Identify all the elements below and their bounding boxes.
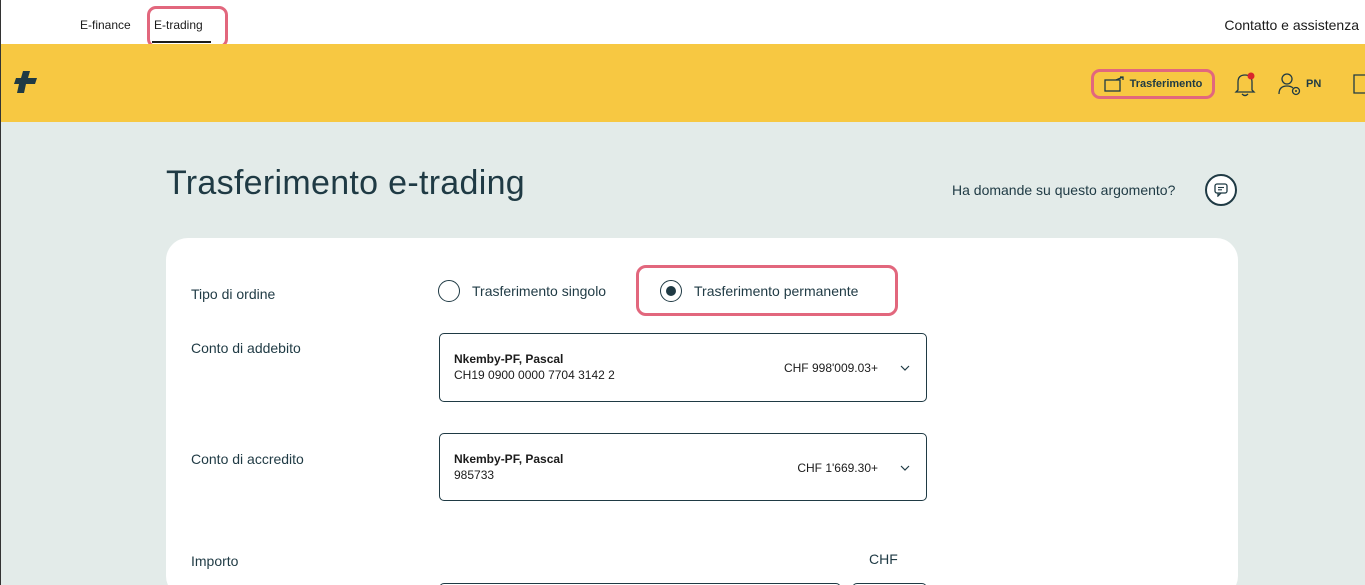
notification-bell-icon[interactable] — [1234, 71, 1256, 97]
chevron-down-icon — [900, 465, 910, 471]
debit-account-balance: CHF 998'009.03+ — [783, 361, 878, 375]
credit-account-balance: CHF 1'669.30+ — [797, 461, 878, 475]
tab-e-finance[interactable]: E-finance — [80, 18, 131, 32]
app-header: Trasferimento PN — [0, 44, 1365, 122]
transfer-form-card: Tipo di ordine Trasferimento singolo Tra… — [166, 238, 1238, 585]
credit-account-label: Conto di accredito — [191, 451, 304, 467]
transfer-button[interactable]: Trasferimento — [1091, 69, 1215, 99]
debit-account-number: CH19 0900 0000 7704 3142 2 — [454, 368, 615, 382]
user-menu[interactable]: PN — [1278, 71, 1321, 97]
order-type-label: Tipo di ordine — [191, 286, 276, 302]
credit-account-name: Nkemby-PF, Pascal — [454, 452, 564, 466]
radio-single-transfer[interactable]: Trasferimento singolo — [438, 280, 606, 302]
chevron-down-icon — [900, 365, 910, 371]
debit-account-select[interactable]: Nkemby-PF, Pascal CH19 0900 0000 7704 31… — [439, 333, 927, 402]
radio-single-transfer-label: Trasferimento singolo — [472, 283, 607, 299]
main-content: Trasferimento e-trading Ha domande su qu… — [0, 122, 1365, 585]
highlight-permanent-transfer — [636, 265, 898, 316]
transfer-button-label: Trasferimento — [1129, 78, 1203, 90]
highlight-e-trading-tab — [147, 6, 228, 48]
page-title: Trasferimento e-trading — [166, 164, 526, 202]
debit-account-label: Conto di addebito — [191, 340, 301, 356]
user-initials: PN — [1306, 78, 1322, 90]
debit-account-name: Nkemby-PF, Pascal — [454, 352, 564, 366]
currency-label: CHF — [869, 551, 898, 567]
credit-account-select[interactable]: Nkemby-PF, Pascal 985733 CHF 1'669.30+ — [439, 433, 927, 501]
radio-circle — [438, 280, 460, 302]
transfer-icon — [1103, 76, 1124, 92]
logout-icon[interactable] — [1352, 72, 1365, 96]
chat-bubble-icon — [1214, 183, 1228, 197]
credit-account-number: 985733 — [454, 468, 495, 482]
help-link[interactable]: Ha domande su questo argomento? — [952, 182, 1175, 198]
user-settings-icon — [1278, 73, 1301, 96]
amount-label: Importo — [191, 553, 239, 569]
postfinance-logo-icon[interactable] — [13, 69, 39, 95]
top-navigation: E-finance E-trading Contatto e assistenz… — [0, 0, 1365, 48]
help-chat-button[interactable] — [1205, 174, 1237, 206]
contact-support-link[interactable]: Contatto e assistenza — [1224, 17, 1359, 33]
